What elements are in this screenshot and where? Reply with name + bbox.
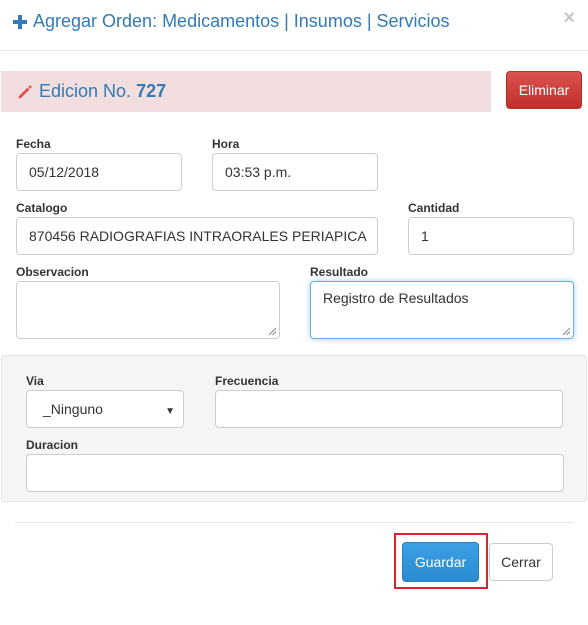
frecuencia-label: Frecuencia: [215, 374, 279, 388]
observacion-textarea[interactable]: [16, 281, 280, 339]
cantidad-input[interactable]: 1: [408, 217, 574, 255]
via-selected-value: _Ninguno: [43, 401, 103, 417]
modal-title-text: Agregar Orden: Medicamentos | Insumos | …: [33, 11, 450, 31]
hora-input[interactable]: 03:53 p.m.: [212, 153, 378, 191]
save-button[interactable]: Guardar: [402, 542, 479, 582]
duracion-label: Duracion: [26, 438, 79, 452]
fecha-input[interactable]: 05/12/2018: [16, 153, 182, 191]
close-icon[interactable]: ×: [563, 8, 575, 28]
chevron-down-icon: ▼: [165, 406, 175, 417]
via-label: Via: [26, 374, 44, 388]
plus-icon: [13, 14, 27, 29]
cantidad-label: Cantidad: [408, 201, 460, 215]
close-button[interactable]: Cerrar: [489, 543, 553, 581]
footer-divider: [15, 522, 573, 523]
resultado-textarea[interactable]: Registro de Resultados: [310, 281, 574, 339]
resize-grip-icon[interactable]: [562, 327, 571, 336]
resultado-value: Registro de Resultados: [323, 290, 469, 306]
catalogo-label: Catalogo: [16, 201, 68, 215]
resultado-label: Resultado: [310, 265, 369, 279]
frecuencia-input[interactable]: [215, 390, 563, 428]
modal-title: Agregar Orden: Medicamentos | Insumos | …: [13, 11, 450, 32]
delete-button[interactable]: Eliminar: [506, 71, 582, 109]
edition-prefix: Edicion No.: [39, 81, 132, 101]
pencil-icon: [18, 84, 32, 98]
modal-header: Agregar Orden: Medicamentos | Insumos | …: [0, 0, 588, 51]
edition-number: 727: [136, 81, 167, 101]
edition-label: Edicion No. 727: [39, 81, 166, 102]
fecha-label: Fecha: [16, 137, 51, 151]
duracion-input[interactable]: [26, 454, 564, 492]
hora-label: Hora: [212, 137, 240, 151]
observacion-label: Observacion: [16, 265, 89, 279]
edition-banner: Edicion No. 727: [1, 71, 491, 112]
via-select[interactable]: _Ninguno ▼: [26, 390, 184, 428]
resize-grip-icon[interactable]: [268, 327, 277, 336]
catalogo-input[interactable]: 870456 RADIOGRAFIAS INTRAORALES PERIAPIC…: [16, 217, 378, 255]
